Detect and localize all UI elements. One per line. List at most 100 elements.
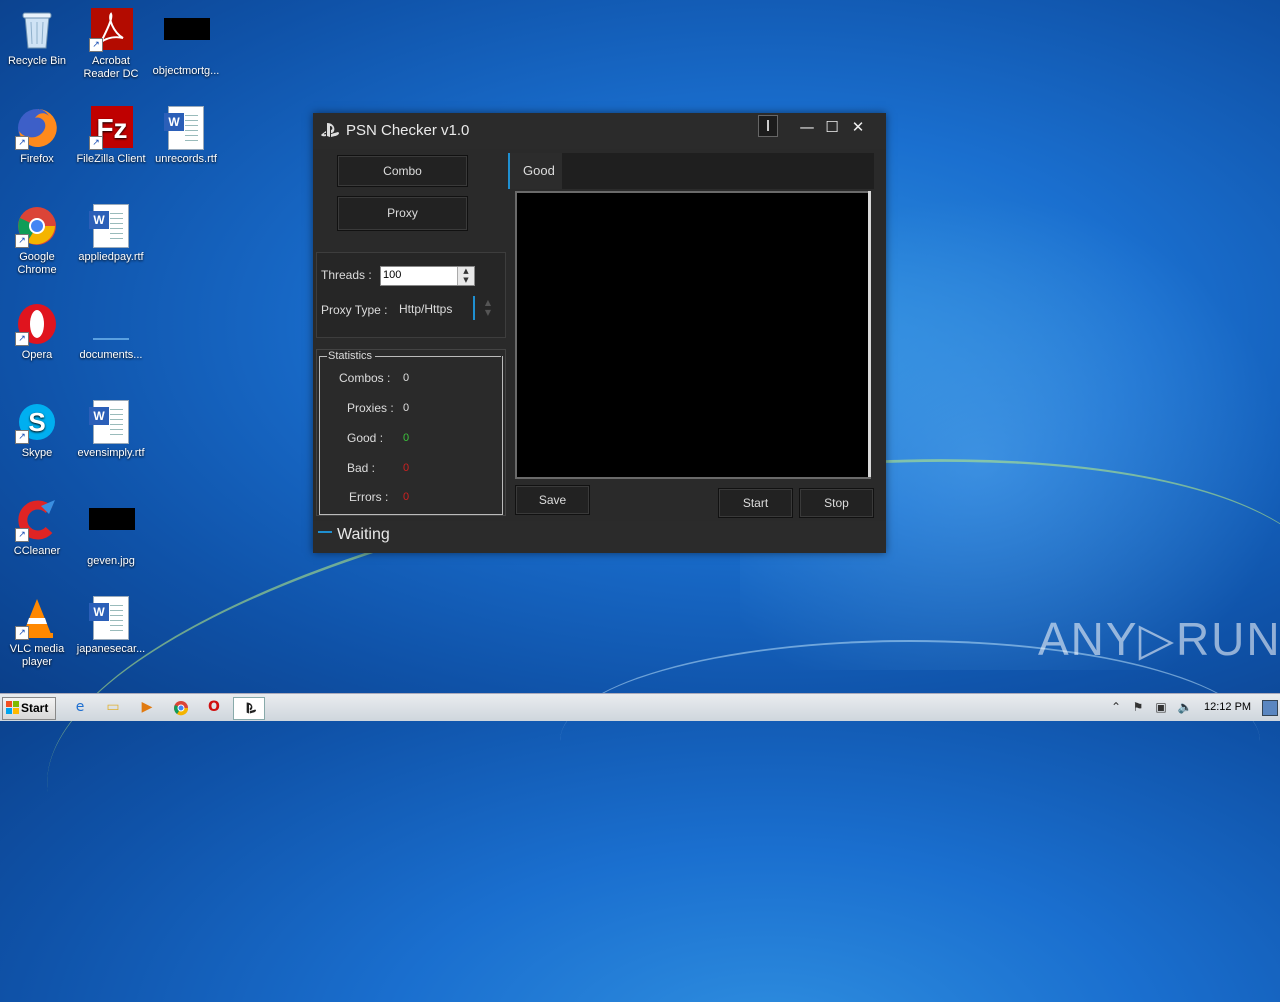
tray-overflow-icon[interactable]: ⌃ [1108, 698, 1124, 716]
media-player-icon[interactable]: ▶ [136, 697, 158, 718]
desktop-icon-firefox[interactable]: ↗ Firefox [0, 106, 74, 166]
desktop-icon-acrobat-reader[interactable]: ↗ Acrobat Reader DC [74, 8, 148, 81]
rtf-document-icon: W [164, 106, 208, 150]
stat-value-proxies: 0 [403, 402, 410, 414]
desktop-icon-label: Opera [21, 349, 53, 361]
psn-checker-taskbar-icon[interactable] [233, 697, 265, 720]
threads-input[interactable] [383, 268, 453, 282]
title-bar[interactable]: PSN Checker v1.0 — ☐ ✕ [313, 113, 886, 149]
statistics-panel: Statistics Combos : 0 Proxies : 0 Good :… [316, 349, 506, 516]
stat-value-combos: 0 [403, 372, 410, 384]
acrobat-icon: ↗ [89, 8, 133, 52]
opera-icon: ↗ [15, 302, 59, 346]
stat-label-errors: Errors : [349, 490, 389, 504]
network-icon[interactable]: ▣ [1153, 698, 1169, 716]
stat-label-combos: Combos : [339, 371, 391, 385]
desktop-icon-japanesecar[interactable]: W japanesecar... [74, 596, 148, 656]
combo-button[interactable]: Combo [337, 155, 468, 187]
stat-value-bad: 0 [403, 462, 410, 474]
proxy-type-select[interactable]: Http/Https ▲ ▼ [395, 296, 499, 320]
stat-label-bad: Bad : [347, 461, 376, 475]
rtf-document-icon: W [89, 596, 133, 640]
results-output-box[interactable] [515, 191, 871, 479]
groupbox-border [319, 356, 327, 357]
shortcut-arrow-icon: ↗ [15, 626, 29, 640]
vlc-icon: ↗ [15, 596, 59, 640]
desktop-icon-evensimply[interactable]: W evensimply.rtf [74, 400, 148, 460]
windows-logo-icon [6, 701, 19, 714]
desktop-icon-label: japanesecar... [76, 643, 146, 655]
internet-explorer-icon[interactable]: e [69, 697, 91, 718]
shortcut-arrow-icon: ↗ [15, 234, 29, 248]
volume-icon[interactable]: 🔈 [1177, 698, 1193, 716]
chevron-updown-icon[interactable]: ▲ ▼ [479, 298, 497, 318]
desktop-icon-label: unrecords.rtf [155, 153, 217, 165]
taskbar-clock[interactable]: 12:12 PM [1204, 701, 1251, 713]
desktop-icon-label: FileZilla Client [76, 153, 146, 165]
save-button[interactable]: Save [515, 485, 590, 515]
stat-label-good: Good : [347, 431, 384, 445]
file-explorer-icon[interactable]: ▭ [102, 697, 124, 718]
psn-checker-window: PSN Checker v1.0 — ☐ ✕ Combo Proxy Threa… [313, 113, 886, 553]
minimize-button[interactable]: — [796, 116, 818, 138]
ccleaner-icon: ↗ [15, 498, 59, 542]
image-file-icon [164, 18, 210, 62]
shortcut-arrow-icon: ↗ [15, 332, 29, 346]
maximize-button[interactable]: ☐ [821, 116, 843, 138]
close-button[interactable]: ✕ [847, 116, 869, 138]
show-desktop-button[interactable] [1262, 700, 1278, 716]
threads-stepper[interactable]: ▲ ▼ [380, 266, 475, 286]
settings-panel: Threads : ▲ ▼ Proxy Type : Http/Https ▲▼ [316, 252, 506, 338]
desktop-icon-label: geven.jpg [87, 555, 135, 567]
stat-value-good: 0 [403, 432, 410, 444]
desktop-icon-skype[interactable]: S ↗ Skype [0, 400, 74, 460]
desktop-icon-objectmortg[interactable]: objectmortg... [149, 8, 223, 78]
desktop-icon-opera[interactable]: ↗ Opera [0, 302, 74, 362]
desktop-icon-google-chrome[interactable]: ↗ Google Chrome [0, 204, 74, 277]
groupbox-border [375, 356, 501, 357]
pin-button[interactable] [758, 115, 778, 137]
desktop-icon-ccleaner[interactable]: ↗ CCleaner [0, 498, 74, 558]
desktop-icon-vlc[interactable]: ↗ VLC media player [0, 596, 74, 669]
image-file-icon [89, 508, 135, 552]
status-accent [318, 531, 332, 533]
desktop-icon-documents[interactable]: documents... [74, 302, 148, 362]
desktop-icon-label: Acrobat Reader DC [83, 55, 139, 80]
tab-good-label: Good [523, 163, 555, 178]
taskbar: Start e ▭ ▶ O ⌃ ⚑ ▣ 🔈 12:12 PM [0, 693, 1280, 721]
opera-taskbar-icon[interactable]: O [203, 697, 225, 718]
desktop-icon-label: Google Chrome [17, 251, 57, 276]
rtf-document-icon: W [89, 204, 133, 248]
anyrun-watermark: ANY▷RUN [1038, 613, 1280, 665]
proxy-type-value: Http/Https [399, 302, 453, 316]
stepper-down-icon[interactable]: ▼ [457, 276, 474, 285]
stat-value-errors: 0 [403, 491, 410, 503]
desktop-icon-label: evensimply.rtf [77, 447, 145, 459]
desktop-icon-label: Firefox [20, 153, 54, 165]
proxy-button[interactable]: Proxy [337, 196, 468, 231]
playstation-icon [320, 121, 340, 139]
desktop-icon-label: VLC media player [9, 643, 65, 668]
desktop-icon-geven[interactable]: geven.jpg [74, 498, 148, 568]
shortcut-arrow-icon: ↗ [15, 136, 29, 150]
desktop-icon-unrecords[interactable]: W unrecords.rtf [149, 106, 223, 166]
results-tab-strip: Good [508, 153, 874, 189]
desktop-icon-recycle-bin[interactable]: Recycle Bin [0, 8, 74, 68]
start-button-taskbar[interactable]: Start [2, 697, 56, 720]
desktop-icon-label: CCleaner [13, 545, 61, 557]
desktop-icon-label: documents... [79, 349, 143, 361]
chrome-taskbar-icon[interactable] [170, 697, 192, 718]
skype-icon: S ↗ [15, 400, 59, 444]
desktop-icon-appliedpay[interactable]: W appliedpay.rtf [74, 204, 148, 264]
action-center-flag-icon[interactable]: ⚑ [1130, 698, 1146, 716]
tab-good[interactable]: Good [508, 153, 562, 189]
start-label: Start [21, 701, 49, 715]
desktop-icon-label: Recycle Bin [7, 55, 67, 67]
desktop-icon-filezilla[interactable]: Fz ↗ FileZilla Client [74, 106, 148, 166]
blank-file-icon [89, 302, 133, 346]
status-text: Waiting [337, 526, 390, 543]
output-scroll-edge [868, 191, 871, 477]
stop-button[interactable]: Stop [799, 488, 874, 518]
stat-label-proxies: Proxies : [347, 401, 394, 415]
start-button[interactable]: Start [718, 488, 793, 518]
